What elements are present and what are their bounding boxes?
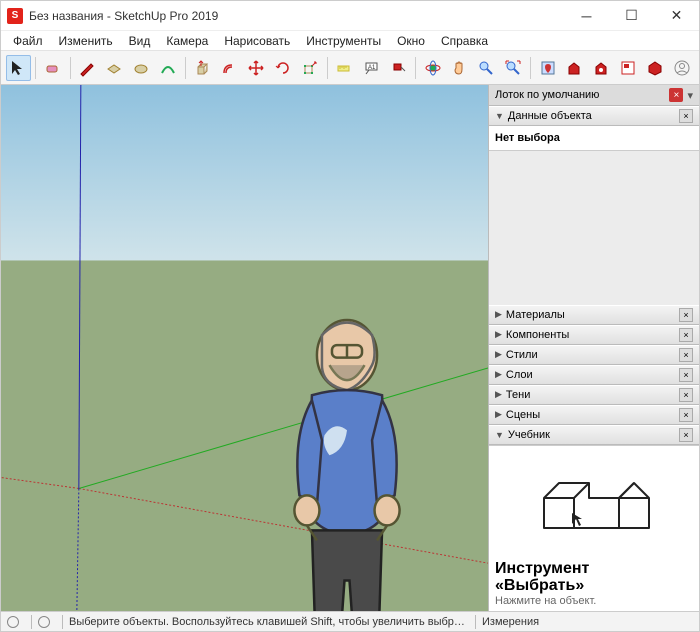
instructor-illustration bbox=[524, 458, 664, 548]
measurements-label: Измерения bbox=[482, 616, 539, 628]
status-indicator-icon[interactable] bbox=[38, 616, 50, 628]
minimize-button[interactable]: ─ bbox=[564, 1, 609, 30]
chevron-right-icon: ▶ bbox=[495, 369, 502, 380]
panel-label: Стили bbox=[506, 349, 538, 361]
panel-close-icon[interactable]: × bbox=[679, 308, 693, 322]
menu-file[interactable]: Файл bbox=[5, 32, 51, 50]
menu-edit[interactable]: Изменить bbox=[51, 32, 121, 50]
menu-draw[interactable]: Нарисовать bbox=[216, 32, 298, 50]
move-tool[interactable] bbox=[244, 55, 269, 81]
panel-entity-info[interactable]: ▼ Данные объекта × bbox=[489, 106, 699, 126]
panel-close-icon[interactable]: × bbox=[679, 408, 693, 422]
default-tray: Лоток по умолчанию × ▾ ▼ Данные объекта … bbox=[489, 85, 699, 611]
menu-window[interactable]: Окно bbox=[389, 32, 433, 50]
panel-shadows[interactable]: ▶ Тени × bbox=[489, 385, 699, 405]
3dwarehouse-tool[interactable] bbox=[562, 55, 587, 81]
maximize-button[interactable]: ☐ bbox=[609, 1, 654, 30]
chevron-down-icon: ▼ bbox=[495, 430, 504, 440]
close-button[interactable]: ✕ bbox=[654, 1, 699, 30]
instructor-sub: Нажмите на объект. bbox=[495, 595, 693, 607]
main-area: Лоток по умолчанию × ▾ ▼ Данные объекта … bbox=[1, 85, 699, 611]
entity-info-body: Нет выбора bbox=[489, 126, 699, 151]
tray-title-label: Лоток по умолчанию bbox=[495, 89, 599, 101]
scale-tool[interactable] bbox=[297, 55, 322, 81]
zoom-tool[interactable] bbox=[474, 55, 499, 81]
panel-materials[interactable]: ▶ Материалы × bbox=[489, 305, 699, 325]
instructor-title-2: «Выбрать» bbox=[495, 577, 584, 594]
panel-layers[interactable]: ▶ Слои × bbox=[489, 365, 699, 385]
menubar: Файл Изменить Вид Камера Нарисовать Инст… bbox=[1, 31, 699, 51]
tray-pin-icon[interactable]: ▾ bbox=[687, 89, 693, 102]
panel-label: Данные объекта bbox=[508, 110, 592, 122]
panel-label: Компоненты bbox=[506, 329, 569, 341]
panel-label: Слои bbox=[506, 369, 533, 381]
app-icon: S bbox=[7, 8, 23, 24]
panel-label: Материалы bbox=[506, 309, 565, 321]
panel-close-icon[interactable]: × bbox=[679, 428, 693, 442]
offset-tool[interactable] bbox=[217, 55, 242, 81]
select-tool[interactable] bbox=[6, 55, 31, 81]
panel-label: Учебник bbox=[508, 429, 550, 441]
menu-tools[interactable]: Инструменты bbox=[298, 32, 389, 50]
panel-close-icon[interactable]: × bbox=[679, 109, 693, 123]
menu-view[interactable]: Вид bbox=[121, 32, 159, 50]
arc-tool[interactable] bbox=[156, 55, 181, 81]
layout-tool[interactable] bbox=[616, 55, 641, 81]
panel-components[interactable]: ▶ Компоненты × bbox=[489, 325, 699, 345]
toolbar: A1 bbox=[1, 51, 699, 85]
status-hint: Выберите объекты. Воспользуйтесь клавише… bbox=[69, 616, 469, 628]
pan-tool[interactable] bbox=[447, 55, 472, 81]
eraser-tool[interactable] bbox=[41, 55, 66, 81]
rectangle-tool[interactable] bbox=[102, 55, 127, 81]
viewport[interactable] bbox=[1, 85, 489, 611]
extension-warehouse-tool[interactable] bbox=[589, 55, 614, 81]
chevron-right-icon: ▶ bbox=[495, 389, 502, 400]
menu-camera[interactable]: Камера bbox=[158, 32, 216, 50]
instructor-title-1: Инструмент bbox=[495, 560, 589, 577]
panel-close-icon[interactable]: × bbox=[679, 388, 693, 402]
panel-scenes[interactable]: ▶ Сцены × bbox=[489, 405, 699, 425]
panel-instructor[interactable]: ▼ Учебник × bbox=[489, 425, 699, 445]
zoom-extents-tool[interactable] bbox=[501, 55, 526, 81]
panel-close-icon[interactable]: × bbox=[679, 368, 693, 382]
chevron-right-icon: ▶ bbox=[495, 409, 502, 420]
panel-close-icon[interactable]: × bbox=[679, 328, 693, 342]
pencil-tool[interactable] bbox=[75, 55, 100, 81]
window-title: Без названия - SketchUp Pro 2019 bbox=[29, 9, 564, 23]
rotate-tool[interactable] bbox=[271, 55, 296, 81]
user-button[interactable] bbox=[669, 55, 694, 81]
panel-close-icon[interactable]: × bbox=[679, 348, 693, 362]
paint-tool[interactable] bbox=[386, 55, 411, 81]
chevron-right-icon: ▶ bbox=[495, 309, 502, 320]
svg-text:A1: A1 bbox=[368, 65, 376, 71]
chevron-right-icon: ▶ bbox=[495, 329, 502, 340]
circle-tool[interactable] bbox=[129, 55, 154, 81]
titlebar: S Без названия - SketchUp Pro 2019 ─ ☐ ✕ bbox=[1, 1, 699, 31]
extensions-tool[interactable] bbox=[642, 55, 667, 81]
orbit-tool[interactable] bbox=[420, 55, 445, 81]
tray-close-icon[interactable]: × bbox=[669, 88, 683, 102]
chevron-down-icon: ▼ bbox=[495, 111, 504, 121]
menu-help[interactable]: Справка bbox=[433, 32, 496, 50]
panel-label: Сцены bbox=[506, 409, 540, 421]
panel-styles[interactable]: ▶ Стили × bbox=[489, 345, 699, 365]
add-location-tool[interactable] bbox=[535, 55, 560, 81]
text-tool[interactable]: A1 bbox=[359, 55, 384, 81]
status-indicator-icon[interactable] bbox=[7, 616, 19, 628]
panel-label: Тени bbox=[506, 389, 530, 401]
scale-figure[interactable] bbox=[106, 310, 489, 611]
chevron-right-icon: ▶ bbox=[495, 349, 502, 360]
status-bar: Выберите объекты. Воспользуйтесь клавише… bbox=[1, 611, 699, 631]
instructor-body: Инструмент «Выбрать» Нажмите на объект. … bbox=[489, 445, 699, 612]
pushpull-tool[interactable] bbox=[190, 55, 215, 81]
tray-title[interactable]: Лоток по умолчанию × ▾ bbox=[489, 85, 699, 106]
tape-tool[interactable] bbox=[332, 55, 357, 81]
